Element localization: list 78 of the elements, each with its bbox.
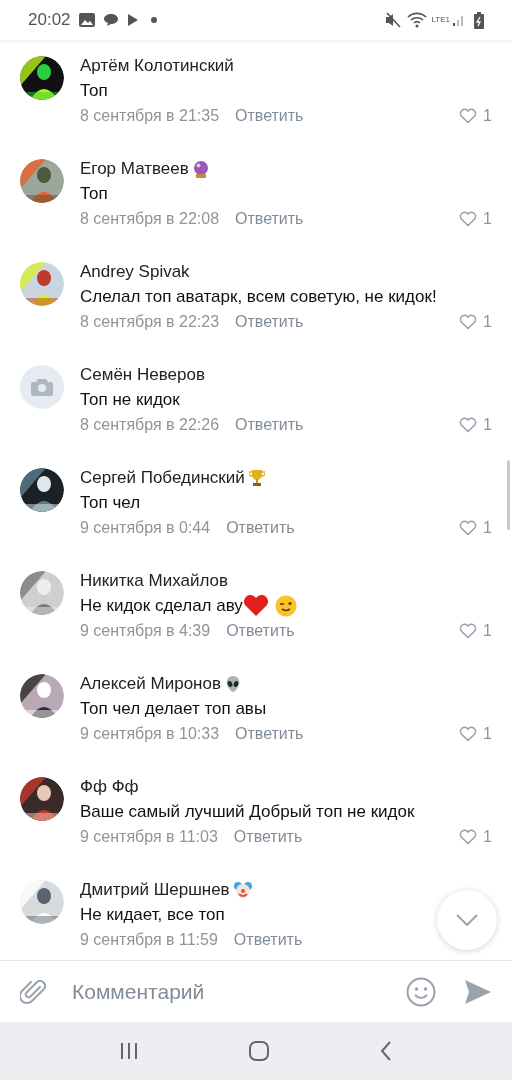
comment-text: Топ <box>80 183 108 206</box>
author-name[interactable]: Дмитрий Шершнев <box>80 877 230 903</box>
comment-text: Не кидает, все топ <box>80 904 225 927</box>
comment-date: 9 сентября в 0:44 <box>80 518 211 538</box>
like-button[interactable]: 1 <box>459 825 492 849</box>
send-icon[interactable] <box>464 978 492 1005</box>
wifi-icon <box>407 12 428 28</box>
reply-link[interactable]: Ответить <box>235 104 304 128</box>
comment-text: Слелал топ аватарк, всем советую, не кидок! <box>80 286 437 309</box>
trophy-icon <box>248 469 265 487</box>
comment-date: 9 сентября в 11:03 <box>80 827 218 847</box>
battery-icon <box>474 11 484 29</box>
chat-bubble-icon <box>102 13 119 27</box>
comment-date: 8 сентября в 21:35 <box>80 106 220 126</box>
heart-outline-icon <box>459 417 478 433</box>
heart-icon <box>242 595 269 617</box>
like-button[interactable]: 1 <box>459 413 492 437</box>
author-name[interactable]: Никитка Михайлов <box>80 568 228 594</box>
heart-outline-icon <box>459 108 478 124</box>
status-time: 20:02 <box>28 9 71 32</box>
like-button[interactable]: 1 <box>459 516 492 540</box>
clown-face-icon <box>233 881 252 899</box>
comment-text: Ваше самый лучший Добрый топ не кидок <box>80 801 415 824</box>
back-icon[interactable] <box>379 1040 394 1062</box>
comment-date: 8 сентября в 22:23 <box>80 312 220 332</box>
comment-text: Топ чел делает топ авы <box>80 698 267 721</box>
comment-date: 8 сентября в 22:26 <box>80 415 220 435</box>
comment-date: 9 сентября в 11:59 <box>80 930 218 950</box>
reply-link[interactable]: Ответить <box>235 413 304 437</box>
reply-link[interactable]: Ответить <box>226 516 295 540</box>
heart-outline-icon <box>459 211 478 227</box>
like-button[interactable]: 1 <box>459 722 492 746</box>
author-name[interactable]: Егор Матвеев <box>80 156 189 182</box>
comment-text: Топ не кидок <box>80 389 180 412</box>
heart-outline-icon <box>459 623 478 639</box>
crystal-ball-icon <box>192 160 209 178</box>
author-name[interactable]: Andrey Spivak <box>80 259 190 285</box>
winking-face-icon <box>274 595 297 617</box>
like-button[interactable]: 1 <box>459 310 492 334</box>
recent-apps-icon[interactable] <box>118 1041 139 1061</box>
heart-outline-icon <box>459 726 478 742</box>
camera-icon <box>31 378 53 396</box>
heart-outline-icon <box>459 314 478 330</box>
comment-input[interactable]: Комментарий <box>72 975 398 1008</box>
reply-link[interactable]: Ответить <box>235 207 304 231</box>
author-name[interactable]: Алексей Миронов <box>80 671 221 697</box>
comment-text: Топ <box>80 80 108 103</box>
reply-link[interactable]: Ответить <box>233 825 303 849</box>
author-name[interactable]: Сергей Побединский <box>80 465 245 491</box>
author-name[interactable]: Фф Фф <box>80 774 139 800</box>
image-icon <box>78 13 95 27</box>
home-icon[interactable] <box>248 1040 270 1062</box>
smiley-icon[interactable] <box>406 976 436 1007</box>
signal-icon <box>452 13 466 27</box>
network-label: LTE1 <box>431 16 450 24</box>
reply-link[interactable]: Ответить <box>235 310 304 334</box>
heart-outline-icon <box>459 829 478 845</box>
comment-text: Не кидок сделал аву <box>80 595 243 618</box>
comment-date: 9 сентября в 10:33 <box>80 724 220 744</box>
chevron-down-icon <box>456 914 478 926</box>
like-button[interactable]: 1 <box>459 104 492 128</box>
heart-outline-icon <box>459 520 478 536</box>
author-name[interactable]: Артём Колотинский <box>80 53 234 79</box>
scrollbar <box>507 460 510 530</box>
comment-date: 8 сентября в 22:08 <box>80 209 220 229</box>
comment-text: Топ чел <box>80 492 141 515</box>
author-name[interactable]: Семён Неверов <box>80 362 205 388</box>
dot-icon <box>150 17 157 23</box>
play-icon <box>126 13 139 27</box>
paperclip-icon[interactable] <box>20 977 48 1006</box>
alien-icon <box>224 675 241 693</box>
reply-link[interactable]: Ответить <box>233 928 303 952</box>
muted-speaker-icon <box>385 12 402 28</box>
like-button[interactable]: 1 <box>459 619 492 643</box>
comment-date: 9 сентября в 4:39 <box>80 621 211 641</box>
reply-link[interactable]: Ответить <box>235 722 304 746</box>
like-button[interactable]: 1 <box>459 207 492 231</box>
reply-link[interactable]: Ответить <box>226 619 295 643</box>
